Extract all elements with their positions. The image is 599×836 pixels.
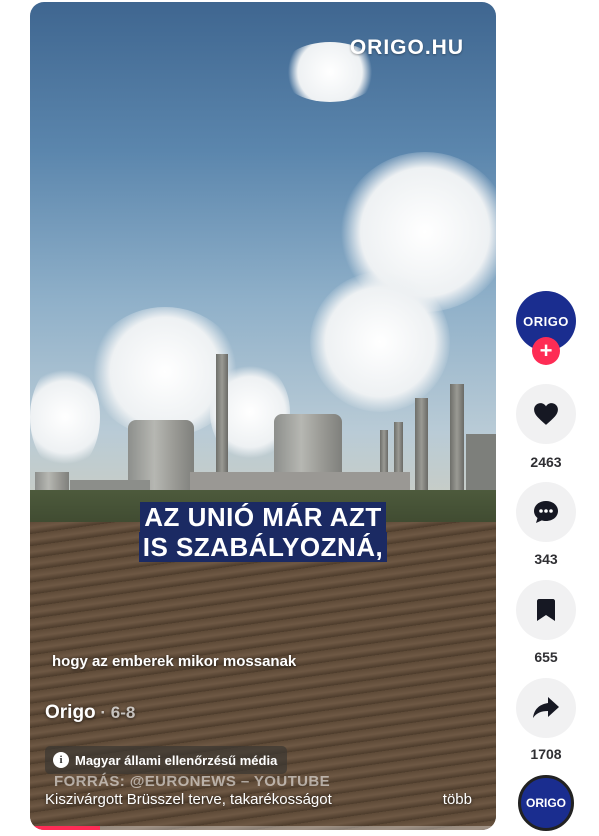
bookmark-icon — [537, 599, 555, 621]
smoke-cloud — [310, 272, 450, 412]
smoke-cloud — [30, 362, 100, 472]
share-count: 1708 — [530, 746, 562, 762]
follow-button[interactable]: + — [532, 337, 560, 365]
video-player[interactable]: ORIGO.HU AZ UNIÓ MÁR AZT IS SZABÁLYOZNÁ,… — [30, 2, 496, 830]
sound-disc[interactable]: ORIGO — [518, 775, 574, 831]
chimney — [450, 384, 464, 494]
progress-fill — [30, 826, 100, 830]
video-subtitle: hogy az emberek mikor mossanak — [52, 653, 297, 670]
like-count: 2463 — [530, 454, 562, 470]
caption-line: IS SZABÁLYOZNÁ, — [138, 532, 388, 562]
comment-button[interactable] — [516, 482, 576, 542]
badge-label: Magyar állami ellenőrzésű média — [75, 752, 278, 768]
info-icon: i — [53, 752, 69, 768]
caption-line: AZ UNIÓ MÁR AZT — [140, 502, 386, 532]
comment-icon — [534, 501, 558, 523]
plant-building — [466, 434, 496, 494]
save-count: 655 — [534, 649, 558, 665]
video-caption: AZ UNIÓ MÁR AZT IS SZABÁLYOZNÁ, — [30, 502, 496, 562]
share-icon — [533, 697, 559, 718]
author-name[interactable]: Origo — [45, 702, 96, 723]
share-button[interactable] — [516, 678, 576, 738]
like-button[interactable] — [516, 384, 576, 444]
save-button[interactable] — [516, 580, 576, 640]
progress-bar[interactable] — [30, 826, 496, 830]
watermark: ORIGO.HU — [349, 36, 464, 59]
author-line: Origo · 6-8 — [45, 702, 135, 724]
video-description: Kiszivárgott Brüsszel terve, takarékossá… — [45, 791, 332, 808]
state-media-badge[interactable]: i Magyar állami ellenőrzésű média — [45, 746, 288, 774]
heart-icon — [534, 403, 558, 425]
source-overlay: FORRÁS: @EURONEWS – YOUTUBE — [54, 773, 331, 790]
comment-count: 343 — [534, 551, 558, 567]
more-button[interactable]: több — [443, 791, 472, 808]
chimney — [415, 398, 428, 494]
post-date: · 6-8 — [95, 703, 136, 722]
